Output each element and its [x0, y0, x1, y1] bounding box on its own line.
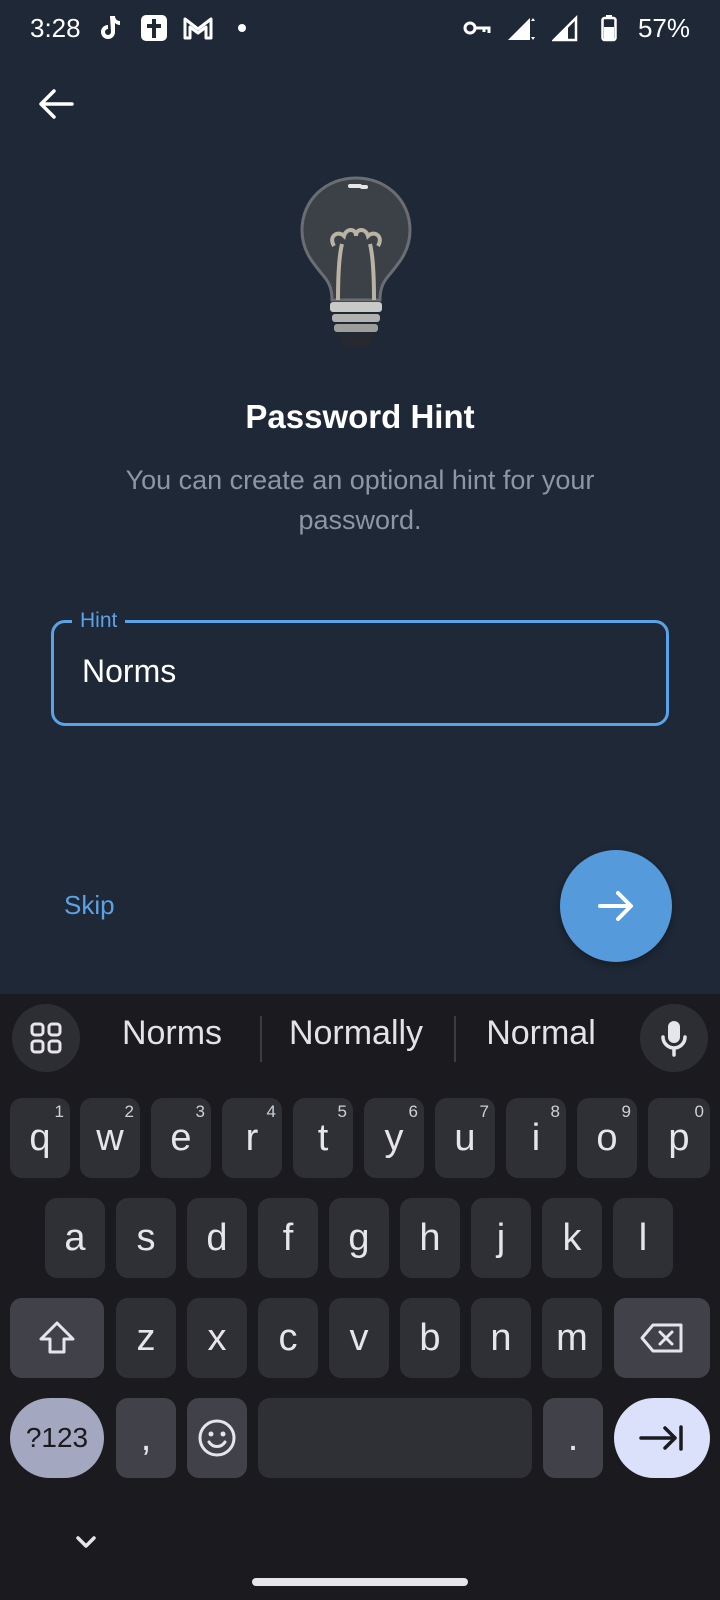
microphone-icon [661, 1021, 687, 1057]
key-hint: 0 [694, 1102, 704, 1121]
space-key[interactable] [258, 1398, 532, 1478]
suggestion-divider [454, 1016, 456, 1062]
backspace-key[interactable] [614, 1298, 710, 1378]
key-i[interactable]: i8 [506, 1098, 566, 1178]
key-x[interactable]: x [187, 1298, 247, 1378]
key-v[interactable]: v [329, 1298, 389, 1378]
hint-input[interactable]: Hint Norms [51, 607, 669, 726]
tab-next-key[interactable] [614, 1398, 710, 1478]
key-w[interactable]: w2 [80, 1098, 140, 1178]
key-u[interactable]: u7 [435, 1098, 495, 1178]
comma-key[interactable]: , [116, 1398, 176, 1478]
key-hint: 1 [54, 1102, 64, 1121]
backspace-icon [640, 1323, 683, 1353]
shift-key[interactable] [10, 1298, 104, 1378]
voice-input-button[interactable] [640, 1004, 708, 1072]
key-label: w [96, 1116, 124, 1159]
arrow-left-icon [39, 89, 74, 119]
key-hint: 9 [621, 1102, 631, 1121]
key-label: q [29, 1116, 51, 1159]
key-label: e [170, 1116, 192, 1159]
key-o[interactable]: o9 [577, 1098, 637, 1178]
key-m[interactable]: m [542, 1298, 602, 1378]
hint-value[interactable]: Norms [82, 653, 176, 690]
key-hint: 8 [550, 1102, 560, 1121]
page-subtitle: You can create an optional hint for your… [125, 465, 595, 535]
period-key[interactable]: . [543, 1398, 603, 1478]
status-time: 3:28 [30, 12, 81, 43]
vpn-key-icon [462, 13, 492, 43]
signal-icon [550, 13, 580, 43]
suggestion-item[interactable]: Normal [466, 1014, 616, 1053]
signal-icon [506, 13, 536, 43]
back-button[interactable] [32, 80, 80, 128]
key-j[interactable]: j [471, 1198, 531, 1278]
key-e[interactable]: e3 [151, 1098, 211, 1178]
key-label: p [668, 1116, 690, 1159]
key-d[interactable]: d [187, 1198, 247, 1278]
key-z[interactable]: z [116, 1298, 176, 1378]
battery-icon [594, 13, 624, 43]
tab-arrow-icon [639, 1425, 683, 1451]
next-button[interactable] [560, 850, 672, 962]
navigation-bar [0, 1500, 720, 1600]
page-title: Password Hint [245, 398, 475, 435]
key-g[interactable]: g [329, 1198, 389, 1278]
shift-icon [39, 1321, 75, 1354]
key-hint: 4 [266, 1102, 276, 1121]
key-hint: 2 [124, 1102, 134, 1121]
emoji-icon [198, 1419, 236, 1457]
cross-app-icon [139, 13, 169, 43]
suggestion-divider [260, 1016, 262, 1062]
lightbulb-icon [296, 174, 416, 360]
key-label: t [317, 1116, 329, 1159]
keyboard-menu-button[interactable] [12, 1004, 80, 1072]
key-q[interactable]: q1 [10, 1098, 70, 1178]
skip-button[interactable]: Skip [64, 890, 115, 921]
suggestion-item[interactable]: Norms [100, 1014, 244, 1053]
key-a[interactable]: a [45, 1198, 105, 1278]
key-label: y [384, 1116, 404, 1159]
emoji-key[interactable] [187, 1398, 247, 1478]
key-r[interactable]: r4 [222, 1098, 282, 1178]
key-f[interactable]: f [258, 1198, 318, 1278]
tiktok-icon [95, 13, 125, 43]
apps-grid-icon [30, 1022, 62, 1054]
status-bar: 3:28 57% [0, 0, 720, 56]
key-label: i [531, 1116, 541, 1159]
key-h[interactable]: h [400, 1198, 460, 1278]
key-hint: 5 [337, 1102, 347, 1121]
key-hint: 7 [479, 1102, 489, 1121]
key-t[interactable]: t5 [293, 1098, 353, 1178]
key-b[interactable]: b [400, 1298, 460, 1378]
key-p[interactable]: p0 [648, 1098, 710, 1178]
key-y[interactable]: y6 [364, 1098, 424, 1178]
suggestion-strip: Norms Normally Normal [0, 994, 720, 1084]
hint-label: Hint [72, 607, 126, 635]
key-n[interactable]: n [471, 1298, 531, 1378]
battery-percent: 57% [637, 12, 690, 43]
key-k[interactable]: k [542, 1198, 602, 1278]
key-s[interactable]: s [116, 1198, 176, 1278]
gmail-icon [183, 13, 213, 43]
key-c[interactable]: c [258, 1298, 318, 1378]
home-handle[interactable] [252, 1578, 468, 1586]
key-l[interactable]: l [613, 1198, 673, 1278]
notification-dot-icon [227, 13, 257, 43]
key-hint: 6 [408, 1102, 418, 1121]
key-label: r [245, 1116, 259, 1159]
chevron-down-icon[interactable] [70, 1526, 102, 1558]
key-hint: 3 [195, 1102, 205, 1121]
arrow-right-icon [598, 891, 633, 921]
suggestion-item[interactable]: Normally [274, 1014, 438, 1053]
key-label: u [454, 1116, 476, 1159]
symbols-key[interactable]: ?123 [10, 1398, 104, 1478]
key-label: o [596, 1116, 618, 1159]
